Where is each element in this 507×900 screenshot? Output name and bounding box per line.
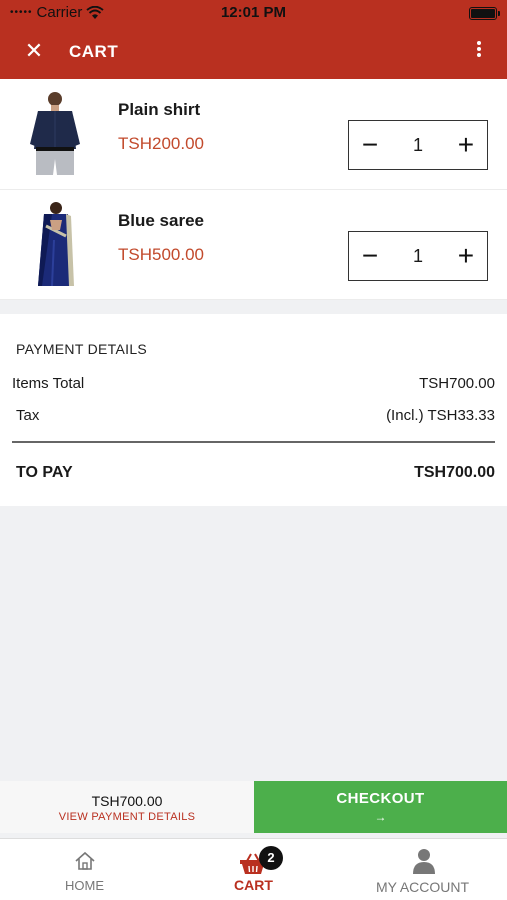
tab-cart[interactable]: 2 CART	[169, 839, 338, 900]
total-amount: TSH700.00	[91, 793, 163, 809]
checkout-bar: TSH700.00 VIEW PAYMENT DETAILS CHECKOUT …	[0, 781, 507, 833]
app-bar: ✕ CART	[0, 26, 507, 79]
item-name[interactable]: Blue saree	[118, 211, 204, 231]
tab-account[interactable]: MY ACCOUNT	[338, 839, 507, 900]
tab-account-label: MY ACCOUNT	[375, 879, 470, 895]
cart-item[interactable]: Plain shirt TSH200.00 − 1 +	[0, 79, 507, 190]
arrow-right-icon: →	[374, 810, 387, 824]
plus-icon[interactable]: +	[455, 242, 477, 270]
to-pay-row: TO PAY TSH700.00	[12, 464, 495, 482]
tab-bar: HOME 2 CART MY ACCOUNT	[0, 838, 507, 900]
battery-icon	[469, 7, 500, 20]
tax-value: (Incl.) TSH33.33	[386, 407, 495, 424]
minus-icon[interactable]: −	[359, 242, 381, 270]
cart-item[interactable]: Blue saree TSH500.00 − 1 +	[0, 190, 507, 300]
quantity-stepper: − 1 +	[348, 120, 488, 170]
clock: 12:01 PM	[220, 4, 287, 21]
to-pay-value: TSH700.00	[414, 464, 495, 481]
quantity-stepper: − 1 +	[348, 231, 488, 281]
cart-count-badge: 2	[259, 846, 283, 870]
payment-details: PAYMENT DETAILS Items Total TSH700.00 Ta…	[0, 314, 507, 506]
shirt-thumbnail	[30, 92, 80, 175]
items-total-value: TSH700.00	[419, 375, 495, 392]
user-icon	[413, 849, 435, 874]
plus-icon[interactable]: +	[455, 131, 477, 159]
quantity-value: 1	[412, 134, 423, 155]
checkout-label: CHECKOUT	[336, 790, 425, 807]
items-total-row: Items Total TSH700.00	[12, 375, 495, 392]
tax-row: Tax (Incl.) TSH33.33	[12, 407, 495, 424]
page-title: CART	[69, 42, 119, 61]
checkout-button[interactable]: CHECKOUT →	[254, 781, 507, 833]
saree-thumbnail	[38, 202, 74, 287]
tab-home-label: HOME	[65, 878, 104, 893]
quantity-value: 1	[412, 245, 423, 266]
minus-icon[interactable]: −	[359, 131, 381, 159]
section-gap	[0, 300, 507, 314]
divider	[12, 441, 495, 443]
close-icon[interactable]: ✕	[22, 38, 46, 64]
to-pay-label: TO PAY	[16, 464, 73, 481]
item-price: TSH200.00	[118, 134, 204, 153]
home-icon	[75, 851, 95, 870]
more-options-icon[interactable]	[469, 39, 489, 65]
cart-list: Plain shirt TSH200.00 − 1 + Blue saree T…	[0, 79, 507, 300]
status-bar: ••••• Carrier 12:01 PM	[0, 0, 507, 26]
tab-home[interactable]: HOME	[0, 839, 169, 900]
item-price: TSH500.00	[118, 245, 204, 264]
item-name[interactable]: Plain shirt	[118, 100, 200, 120]
payment-summary[interactable]: TSH700.00 VIEW PAYMENT DETAILS	[0, 781, 254, 833]
view-payment-details-link[interactable]: VIEW PAYMENT DETAILS	[0, 811, 254, 823]
payment-heading: PAYMENT DETAILS	[16, 341, 148, 357]
tab-cart-label: CART	[234, 877, 273, 893]
items-total-label: Items Total	[12, 375, 85, 392]
tax-label: Tax	[16, 407, 40, 424]
